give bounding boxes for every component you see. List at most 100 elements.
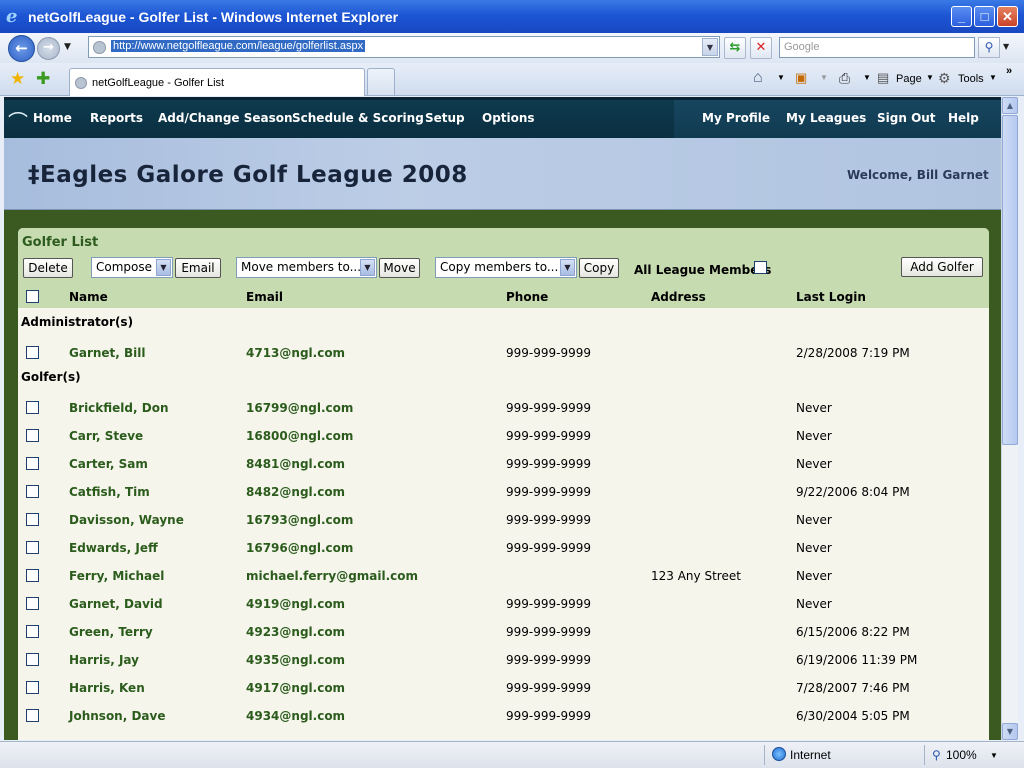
forward-button[interactable]: → <box>37 37 60 60</box>
golfer-email[interactable]: 16796@ngl.com <box>246 541 353 555</box>
nav-reports[interactable]: Reports <box>90 111 143 125</box>
column-email[interactable]: Email <box>246 290 283 304</box>
golfer-name[interactable]: Carter, Sam <box>69 457 148 471</box>
nav-setup[interactable]: Setup <box>425 111 465 125</box>
golfer-email[interactable]: 16800@ngl.com <box>246 429 353 443</box>
golfer-email[interactable]: 4917@ngl.com <box>246 681 345 695</box>
column-phone[interactable]: Phone <box>506 290 548 304</box>
row-checkbox[interactable] <box>26 513 39 526</box>
golfer-name[interactable]: Davisson, Wayne <box>69 513 184 527</box>
nav-home[interactable]: Home <box>33 111 72 125</box>
address-bar[interactable]: http://www.netgolfleague.com/league/golf… <box>88 36 720 58</box>
search-options-dropdown-icon[interactable]: ▼ <box>1003 42 1009 51</box>
golfer-email[interactable]: 4713@ngl.com <box>246 346 345 360</box>
golfer-name[interactable]: Catfish, Tim <box>69 485 150 499</box>
zoom-dropdown-icon[interactable]: ▼ <box>990 751 998 760</box>
vertical-scrollbar[interactable]: ▲ ▼ <box>1001 97 1018 740</box>
zoom-level[interactable]: 100% <box>946 748 977 762</box>
golfer-name[interactable]: Garnet, David <box>69 597 163 611</box>
golfer-name[interactable]: Edwards, Jeff <box>69 541 158 555</box>
golfer-email[interactable]: 4935@ngl.com <box>246 653 345 667</box>
move-button[interactable]: Move <box>379 258 420 278</box>
maximize-button[interactable]: □ <box>974 6 995 27</box>
golfer-name[interactable]: Green, Terry <box>69 625 153 639</box>
new-tab-button[interactable] <box>367 68 395 95</box>
scroll-thumb[interactable] <box>1002 115 1018 445</box>
search-button[interactable]: ⚲ <box>978 37 1000 58</box>
row-checkbox[interactable] <box>26 653 39 666</box>
golfer-email[interactable]: 16793@ngl.com <box>246 513 353 527</box>
nav-help[interactable]: Help <box>948 111 979 125</box>
row-checkbox[interactable] <box>26 625 39 638</box>
home-icon[interactable]: ⌂ <box>753 69 763 87</box>
copy-members-select[interactable]: Copy members to... ▼ <box>435 257 577 278</box>
nav-sign-out[interactable]: Sign Out <box>877 111 936 125</box>
page-menu[interactable]: Page <box>896 73 922 85</box>
row-checkbox[interactable] <box>26 681 39 694</box>
tab-golfer-list[interactable]: netGolfLeague - Golfer List <box>69 68 365 96</box>
minimize-button[interactable]: _ <box>951 6 972 27</box>
row-checkbox[interactable] <box>26 709 39 722</box>
search-input[interactable]: Google <box>779 37 975 58</box>
golfer-name[interactable]: Johnson, Dave <box>69 709 165 723</box>
all-league-members-checkbox[interactable] <box>754 261 767 274</box>
tools-menu[interactable]: Tools <box>958 73 984 85</box>
url-text[interactable]: http://www.netgolfleague.com/league/golf… <box>111 40 366 52</box>
favorites-star-icon[interactable]: ★ <box>10 69 25 89</box>
feeds-dropdown-icon[interactable]: ▼ <box>820 73 828 82</box>
golfer-name[interactable]: Harris, Ken <box>69 681 145 695</box>
print-icon[interactable]: ⎙ <box>839 70 850 87</box>
golfer-email[interactable]: 8481@ngl.com <box>246 457 345 471</box>
add-favorites-icon[interactable]: ✚ <box>36 69 50 89</box>
golfer-email[interactable]: 8482@ngl.com <box>246 485 345 499</box>
golfer-name[interactable]: Brickfield, Don <box>69 401 169 415</box>
add-golfer-button[interactable]: Add Golfer <box>901 257 983 277</box>
nav-options[interactable]: Options <box>482 111 535 125</box>
golfer-name[interactable]: Ferry, Michael <box>69 569 164 583</box>
row-checkbox[interactable] <box>26 541 39 554</box>
golfer-email[interactable]: 4923@ngl.com <box>246 625 345 639</box>
stop-button[interactable]: ✕ <box>750 37 772 59</box>
close-button[interactable]: ✕ <box>997 6 1018 27</box>
more-commands-icon[interactable]: » <box>1006 65 1012 77</box>
row-checkbox[interactable] <box>26 569 39 582</box>
row-checkbox[interactable] <box>26 597 39 610</box>
golfer-email[interactable]: 4919@ngl.com <box>246 597 345 611</box>
delete-button[interactable]: Delete <box>23 258 73 278</box>
history-dropdown-icon[interactable]: ▼ <box>64 42 71 52</box>
move-members-select[interactable]: Move members to... ▼ <box>236 257 377 278</box>
compose-select[interactable]: Compose ▼ <box>91 257 173 278</box>
nav-my-leagues[interactable]: My Leagues <box>786 111 866 125</box>
column-last-login[interactable]: Last Login <box>796 290 866 304</box>
golfer-email[interactable]: 16799@ngl.com <box>246 401 353 415</box>
tools-dropdown-icon[interactable]: ▼ <box>989 73 997 82</box>
select-all-checkbox[interactable] <box>26 290 39 303</box>
print-dropdown-icon[interactable]: ▼ <box>863 73 871 82</box>
row-checkbox[interactable] <box>26 401 39 414</box>
home-dropdown-icon[interactable]: ▼ <box>777 73 785 82</box>
back-button[interactable]: ← <box>8 35 35 62</box>
golfer-name[interactable]: Carr, Steve <box>69 429 143 443</box>
column-address[interactable]: Address <box>651 290 706 304</box>
scroll-down-icon[interactable]: ▼ <box>1002 723 1018 740</box>
column-name[interactable]: Name <box>69 290 108 304</box>
address-dropdown-icon[interactable]: ▼ <box>702 38 718 56</box>
email-button[interactable]: Email <box>175 258 221 278</box>
golfer-name[interactable]: Garnet, Bill <box>69 346 146 360</box>
nav-schedule-scoring[interactable]: Schedule & Scoring <box>292 111 424 125</box>
row-checkbox[interactable] <box>26 429 39 442</box>
stop-icon: ✕ <box>755 40 767 55</box>
nav-add-change-season[interactable]: Add/Change Season <box>158 111 293 125</box>
golfer-email[interactable]: 4934@ngl.com <box>246 709 345 723</box>
row-checkbox[interactable] <box>26 457 39 470</box>
golfer-name[interactable]: Harris, Jay <box>69 653 139 667</box>
page-dropdown-icon[interactable]: ▼ <box>926 73 934 82</box>
row-checkbox[interactable] <box>26 346 39 359</box>
row-checkbox[interactable] <box>26 485 39 498</box>
refresh-button[interactable]: ⇆ <box>724 37 746 59</box>
nav-my-profile[interactable]: My Profile <box>702 111 770 125</box>
scroll-up-icon[interactable]: ▲ <box>1002 97 1018 114</box>
golfer-email[interactable]: michael.ferry@gmail.com <box>246 569 418 583</box>
copy-button[interactable]: Copy <box>579 258 619 278</box>
feeds-icon[interactable]: ▣ <box>795 70 807 86</box>
